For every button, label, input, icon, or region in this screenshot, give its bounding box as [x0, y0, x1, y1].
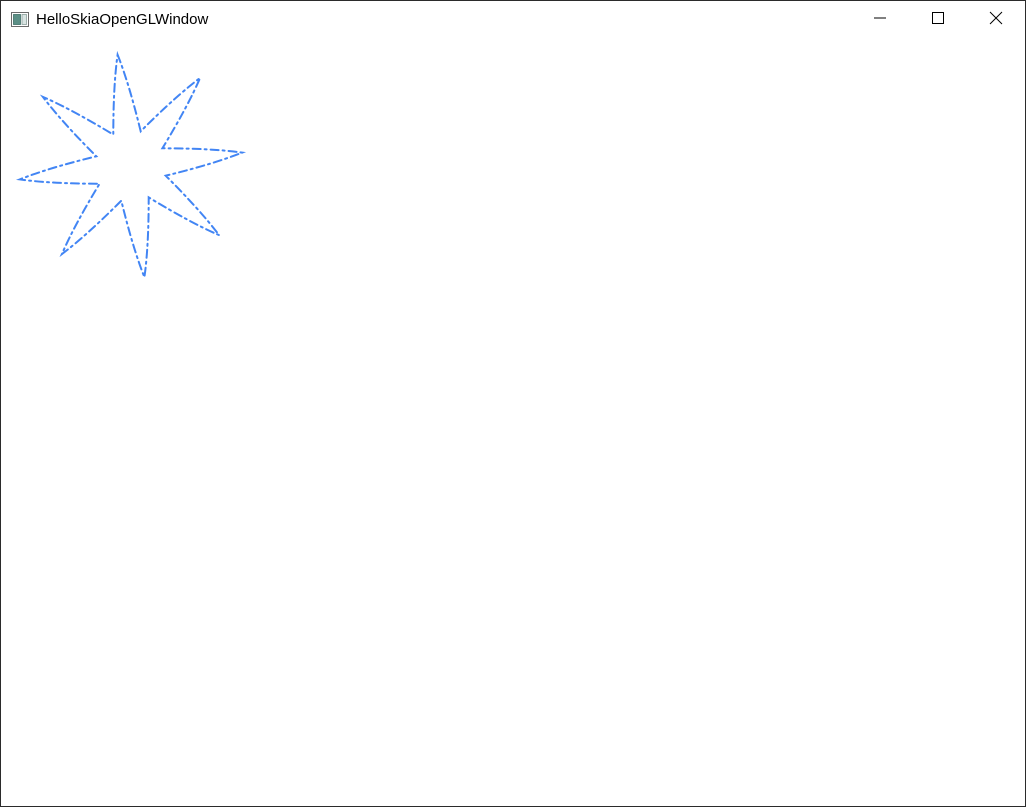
minimize-icon — [873, 11, 887, 30]
maximize-icon — [931, 11, 945, 30]
close-button[interactable] — [967, 1, 1025, 39]
maximize-button[interactable] — [909, 1, 967, 39]
star-path — [15, 50, 247, 282]
skia-canvas — [15, 50, 247, 282]
title-bar[interactable]: HelloSkiaOpenGLWindow — [1, 1, 1025, 39]
window-app-icon — [11, 12, 29, 27]
app-window: HelloSkiaOpenGLWindow — [0, 0, 1026, 807]
minimize-button[interactable] — [851, 1, 909, 39]
window-title: HelloSkiaOpenGLWindow — [36, 11, 209, 28]
close-icon — [989, 11, 1003, 30]
opengl-canvas-area[interactable] — [1, 39, 1025, 806]
